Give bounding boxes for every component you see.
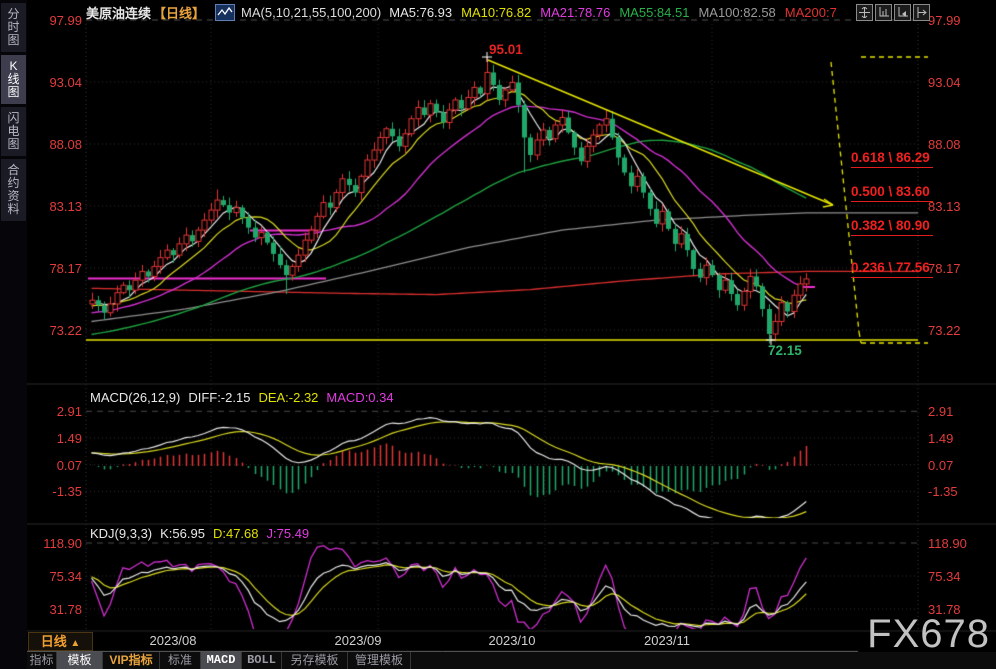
sidebar-item-char: 图: [1, 34, 26, 47]
ma-value-1: MA10:76.82: [461, 5, 531, 20]
ma-settings-label: MA(5,10,21,55,100,200): [241, 5, 381, 20]
kdj-tick-right: 75.34: [928, 569, 961, 584]
kdj-value-1: D:47.68: [213, 526, 259, 541]
sidebar-item-0[interactable]: 分时图: [1, 3, 26, 52]
kdj-pane-header: KDJ(9,3,3) K:56.95 D:47.68 J:75.49: [90, 526, 325, 541]
price-tick-right: 83.13: [928, 199, 961, 214]
peak-price-label: 95.01: [489, 42, 523, 57]
macd-tick-right: 2.91: [928, 404, 953, 419]
fib-level-label-1: 0.500 \ 83.60: [851, 184, 933, 202]
macd-title: MACD(26,12,9): [90, 390, 180, 405]
watermark: FX678: [867, 612, 990, 657]
macd-value-2: MACD:0.34: [326, 390, 393, 405]
price-tick-right: 93.04: [928, 75, 961, 90]
fib-level-label-3: 0.236 \ 77.56: [851, 260, 933, 278]
price-tick-right: 78.17: [928, 261, 961, 276]
sidebar-item-2[interactable]: 闪电图: [1, 107, 26, 156]
left-sidebar: 分时图 K线图闪电图合约资料: [0, 0, 27, 669]
macd-value-0: DIFF:-2.15: [188, 390, 250, 405]
ma-values: MA5:76.93 MA10:76.82 MA21:78.76 MA55:84.51 M…: [389, 5, 846, 20]
tab-BOLL[interactable]: BOLL: [242, 652, 282, 669]
price-tick-right: 73.22: [928, 323, 961, 338]
period-tag: 【日线】: [153, 3, 205, 22]
panel-expand-icon[interactable]: [913, 4, 930, 21]
axis-indicator-icon[interactable]: [894, 4, 911, 21]
period-up-arrow-icon: ▲: [70, 638, 80, 649]
fib-level-label-2: 0.382 \ 80.90: [851, 218, 933, 236]
tab-指标[interactable]: 指标: [27, 652, 57, 669]
period-selector-label: 日线: [41, 634, 67, 649]
sidebar-item-char: 图: [1, 86, 26, 99]
x-axis-label-0: 2023/08: [143, 633, 203, 648]
macd-value-1: DEA:-2.32: [258, 390, 318, 405]
sidebar-item-char: 料: [1, 203, 26, 216]
tab-另存模板[interactable]: 另存模板: [282, 652, 348, 669]
tab-管理模板[interactable]: 管理模板: [348, 652, 411, 669]
x-axis-label-3: 2023/11: [637, 633, 697, 648]
ma-value-4: MA100:82.58: [698, 5, 775, 20]
ma-value-2: MA21:78.76: [540, 5, 610, 20]
kdj-tick-right: 118.90: [928, 536, 967, 551]
kdj-value-0: K:56.95: [160, 526, 205, 541]
chart-type-icon[interactable]: [215, 4, 235, 21]
bottom-tabbar: 指标模板VIP指标标准MACDBOLL另存模板管理模板: [27, 652, 996, 669]
x-axis-label-2: 2023/10: [482, 633, 542, 648]
tab-模板[interactable]: 模板: [57, 652, 103, 669]
price-tick-right: 88.08: [928, 137, 961, 152]
chart-header: 美原油连续 【日线】 MA(5,10,21,55,100,200) MA5:76…: [86, 3, 846, 21]
macd-tick-right: -1.35: [928, 484, 958, 499]
ma-value-0: MA5:76.93: [389, 5, 452, 20]
price-chart-canvas[interactable]: [0, 0, 996, 669]
period-selector[interactable]: 日线 ▲: [28, 632, 93, 651]
low-price-label: 72.15: [768, 343, 802, 358]
kdj-title: KDJ(9,3,3): [90, 526, 152, 541]
pan-icon[interactable]: [856, 4, 873, 21]
sidebar-item-3[interactable]: 合约资料: [1, 159, 26, 221]
tab-MACD[interactable]: MACD: [201, 652, 242, 669]
fib-level-label-0: 0.618 \ 86.29: [851, 150, 933, 168]
axis-scale-icon[interactable]: [875, 4, 892, 21]
macd-pane-header: MACD(26,12,9) DIFF:-2.15 DEA:-2.32 MACD:0.3…: [90, 390, 410, 405]
kdj-value-2: J:75.49: [267, 526, 310, 541]
top-toolbar: [856, 4, 930, 21]
x-axis-label-1: 2023/09: [328, 633, 388, 648]
ma-value-5: MA200:7: [785, 5, 837, 20]
symbol-name: 美原油连续: [86, 3, 151, 22]
tab-VIP指标[interactable]: VIP指标: [103, 652, 160, 669]
sidebar-item-char: 图: [1, 138, 26, 151]
price-tick-right: 97.99: [928, 13, 961, 28]
macd-tick-right: 0.07: [928, 458, 953, 473]
tab-标准[interactable]: 标准: [160, 652, 201, 669]
ma-value-3: MA55:84.51: [619, 5, 689, 20]
macd-tick-right: 1.49: [928, 431, 953, 446]
sidebar-item-1[interactable]: K线图: [1, 55, 26, 104]
